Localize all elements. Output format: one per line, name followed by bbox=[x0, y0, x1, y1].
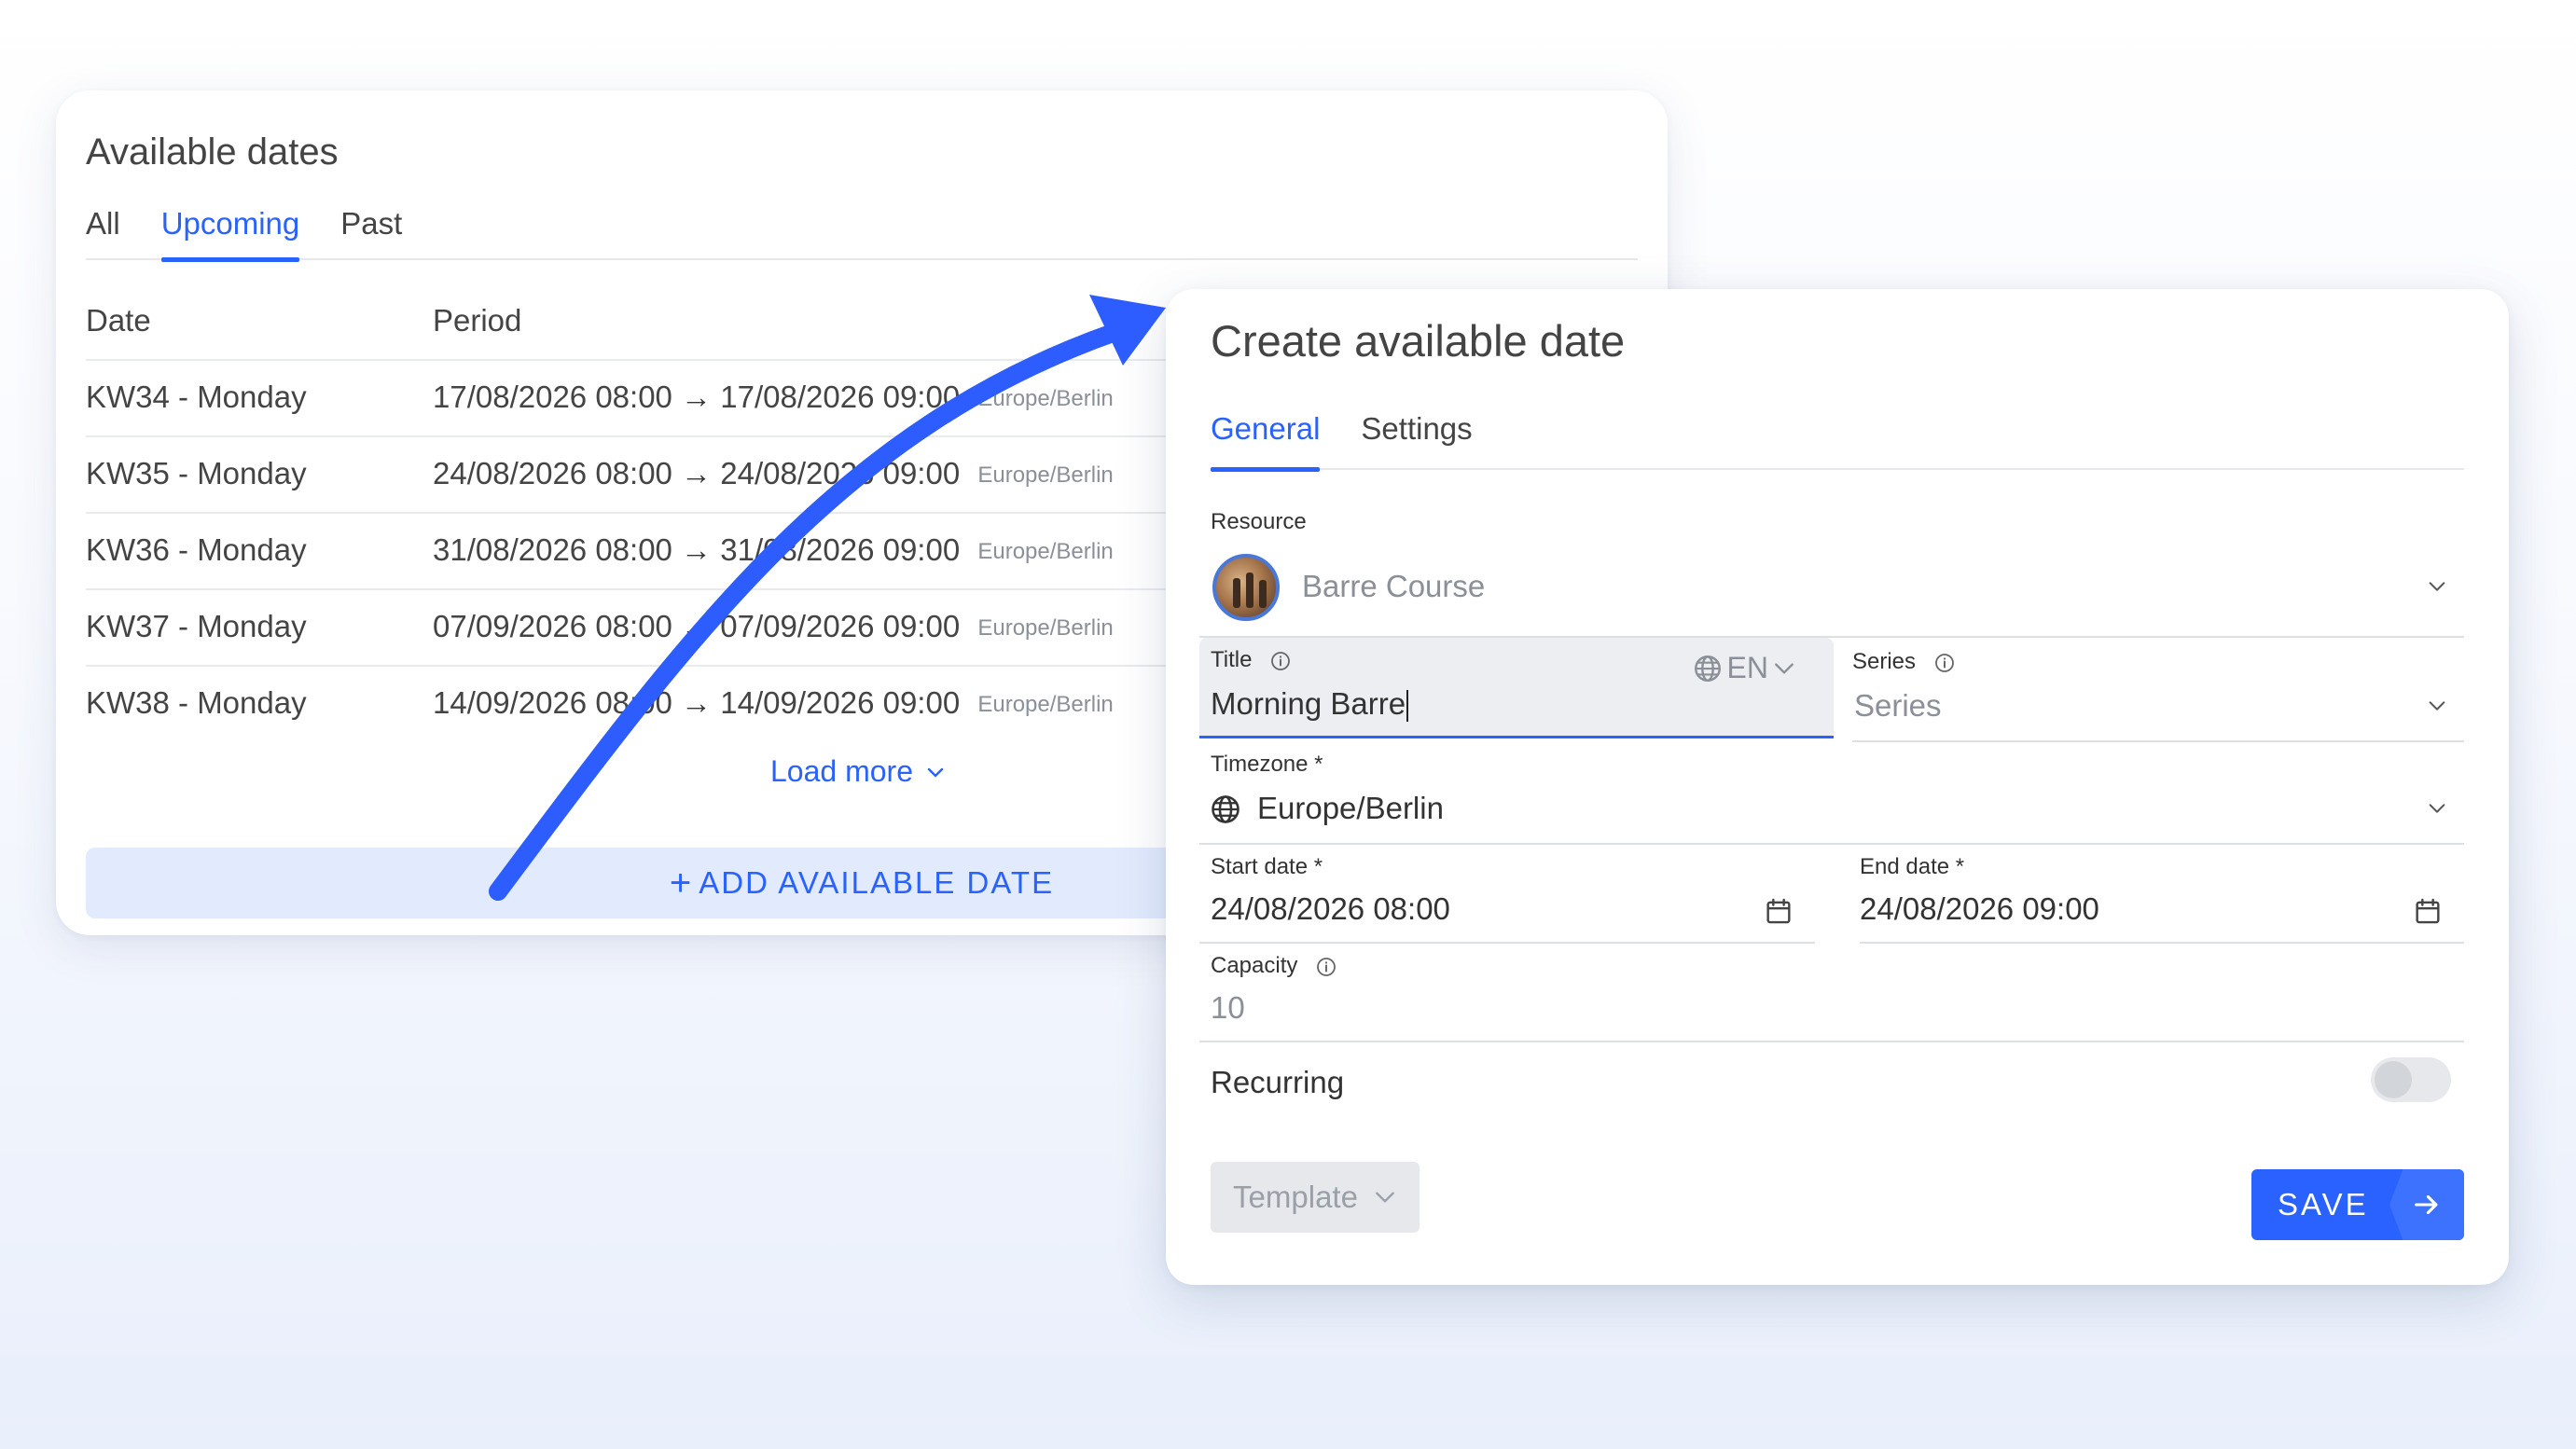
tab-upcoming[interactable]: Upcoming bbox=[160, 199, 299, 262]
capacity-input[interactable]: 10 bbox=[1211, 990, 1245, 1026]
globe-icon bbox=[1212, 795, 1240, 823]
plus-icon: + bbox=[669, 862, 694, 904]
template-button[interactable]: Template bbox=[1211, 1162, 1420, 1233]
end-date-label: End date * bbox=[1860, 854, 1965, 879]
recurring-toggle[interactable] bbox=[2371, 1057, 2451, 1102]
period-end: 31/08/2026 09:00 bbox=[720, 532, 961, 567]
row-timezone: Europe/Berlin bbox=[977, 539, 1114, 564]
start-date-label: Start date * bbox=[1211, 854, 1323, 879]
series-label: Series bbox=[1852, 649, 1956, 675]
resource-label: Resource bbox=[1211, 509, 1307, 534]
resource-avatar bbox=[1212, 554, 1280, 621]
row-period: 31/08/2026 08:00 → 31/08/2026 09:00 Euro… bbox=[433, 532, 1114, 568]
series-underline bbox=[1852, 740, 2464, 742]
period-end: 07/09/2026 09:00 bbox=[720, 609, 961, 643]
tab-past[interactable]: Past bbox=[340, 199, 402, 260]
info-icon bbox=[1271, 651, 1291, 670]
info-icon bbox=[1934, 653, 1954, 672]
row-timezone: Europe/Berlin bbox=[977, 615, 1114, 641]
title-label: Title bbox=[1211, 647, 1292, 673]
chevron-down-icon[interactable] bbox=[2427, 798, 2447, 819]
tab-settings[interactable]: Settings bbox=[1361, 399, 1472, 470]
chevron-down-icon bbox=[1775, 662, 1794, 674]
row-date: KW38 - Monday bbox=[86, 685, 307, 720]
capacity-underline bbox=[1199, 1041, 2464, 1042]
start-date-input[interactable]: 24/08/2026 08:00 bbox=[1211, 891, 1450, 927]
save-button[interactable]: SAVE bbox=[2251, 1169, 2464, 1240]
period-start: 07/09/2026 08:00 bbox=[433, 609, 672, 643]
chevron-down-icon bbox=[927, 767, 944, 777]
end-date-underline bbox=[1860, 942, 2464, 944]
row-period: 07/09/2026 08:00 → 07/09/2026 09:00 Euro… bbox=[433, 609, 1114, 644]
arrow-right-icon: → bbox=[681, 532, 713, 567]
arrow-right-icon: → bbox=[681, 456, 713, 490]
start-date-underline bbox=[1199, 942, 1815, 944]
dialog-title: Create available date bbox=[1211, 316, 1626, 366]
calendar-icon[interactable] bbox=[1763, 895, 1794, 927]
row-period: 14/09/2026 08:00 → 14/09/2026 09:00 Euro… bbox=[433, 685, 1114, 721]
row-date: KW37 - Monday bbox=[86, 609, 307, 643]
calendar-icon[interactable] bbox=[2412, 895, 2444, 927]
row-period: 17/08/2026 08:00 → 17/08/2026 09:00 Euro… bbox=[433, 380, 1114, 415]
globe-icon bbox=[1694, 655, 1721, 682]
chevron-down-icon bbox=[1376, 1192, 1394, 1203]
period-start: 24/08/2026 08:00 bbox=[433, 456, 672, 490]
save-label: SAVE bbox=[2278, 1187, 2369, 1221]
load-more-button[interactable]: Load more bbox=[770, 754, 947, 789]
load-more-label: Load more bbox=[770, 754, 913, 788]
row-timezone: Europe/Berlin bbox=[977, 692, 1114, 717]
column-header-date: Date bbox=[86, 303, 151, 338]
title-field[interactable]: Title EN Morning Barre bbox=[1199, 638, 1834, 738]
period-end: 17/08/2026 09:00 bbox=[720, 380, 961, 414]
period-start: 14/09/2026 08:00 bbox=[433, 685, 672, 720]
row-timezone: Europe/Berlin bbox=[977, 462, 1114, 488]
column-header-period: Period bbox=[433, 303, 522, 338]
tab-all[interactable]: All bbox=[86, 199, 120, 260]
create-available-date-dialog: Create available date General Settings R… bbox=[1166, 289, 2509, 1285]
chevron-down-icon[interactable] bbox=[2427, 576, 2447, 597]
row-period: 24/08/2026 08:00 → 24/08/2026 09:00 Euro… bbox=[433, 456, 1114, 491]
row-timezone: Europe/Berlin bbox=[977, 386, 1114, 411]
row-date: KW36 - Monday bbox=[86, 532, 307, 567]
row-date: KW34 - Monday bbox=[86, 380, 307, 414]
available-dates-tabs: All Upcoming Past bbox=[86, 199, 1638, 262]
arrow-right-icon bbox=[2389, 1169, 2464, 1240]
resource-select-value[interactable]: Barre Course bbox=[1302, 569, 1485, 604]
info-icon bbox=[1317, 957, 1336, 976]
language-code: EN bbox=[1726, 651, 1768, 684]
timezone-select[interactable]: Europe/Berlin bbox=[1257, 791, 1444, 826]
period-start: 17/08/2026 08:00 bbox=[433, 380, 672, 414]
period-end: 14/09/2026 09:00 bbox=[720, 685, 961, 720]
period-end: 24/08/2026 09:00 bbox=[720, 456, 961, 490]
template-label: Template bbox=[1233, 1180, 1358, 1214]
arrow-right-icon: → bbox=[681, 685, 713, 720]
row-date: KW35 - Monday bbox=[86, 456, 307, 490]
title-input[interactable]: Morning Barre bbox=[1211, 686, 1409, 723]
chevron-down-icon[interactable] bbox=[2427, 696, 2447, 716]
tab-general[interactable]: General bbox=[1211, 399, 1321, 472]
arrow-right-icon: → bbox=[681, 609, 713, 643]
series-select[interactable]: Series bbox=[1854, 688, 1942, 724]
capacity-label: Capacity bbox=[1211, 953, 1337, 979]
dialog-tabs: General Settings bbox=[1211, 399, 2464, 472]
period-start: 31/08/2026 08:00 bbox=[433, 532, 672, 567]
text-caret bbox=[1406, 690, 1409, 723]
arrow-right-icon: → bbox=[681, 380, 713, 414]
recurring-label: Recurring bbox=[1211, 1065, 1345, 1099]
add-available-date-label: ADD AVAILABLE DATE bbox=[699, 865, 1055, 900]
available-dates-title: Available dates bbox=[86, 131, 339, 172]
timezone-label: Timezone * bbox=[1211, 752, 1323, 777]
end-date-input[interactable]: 24/08/2026 09:00 bbox=[1860, 891, 2099, 927]
timezone-underline bbox=[1199, 843, 2464, 845]
language-selector[interactable]: EN bbox=[1692, 651, 1796, 685]
